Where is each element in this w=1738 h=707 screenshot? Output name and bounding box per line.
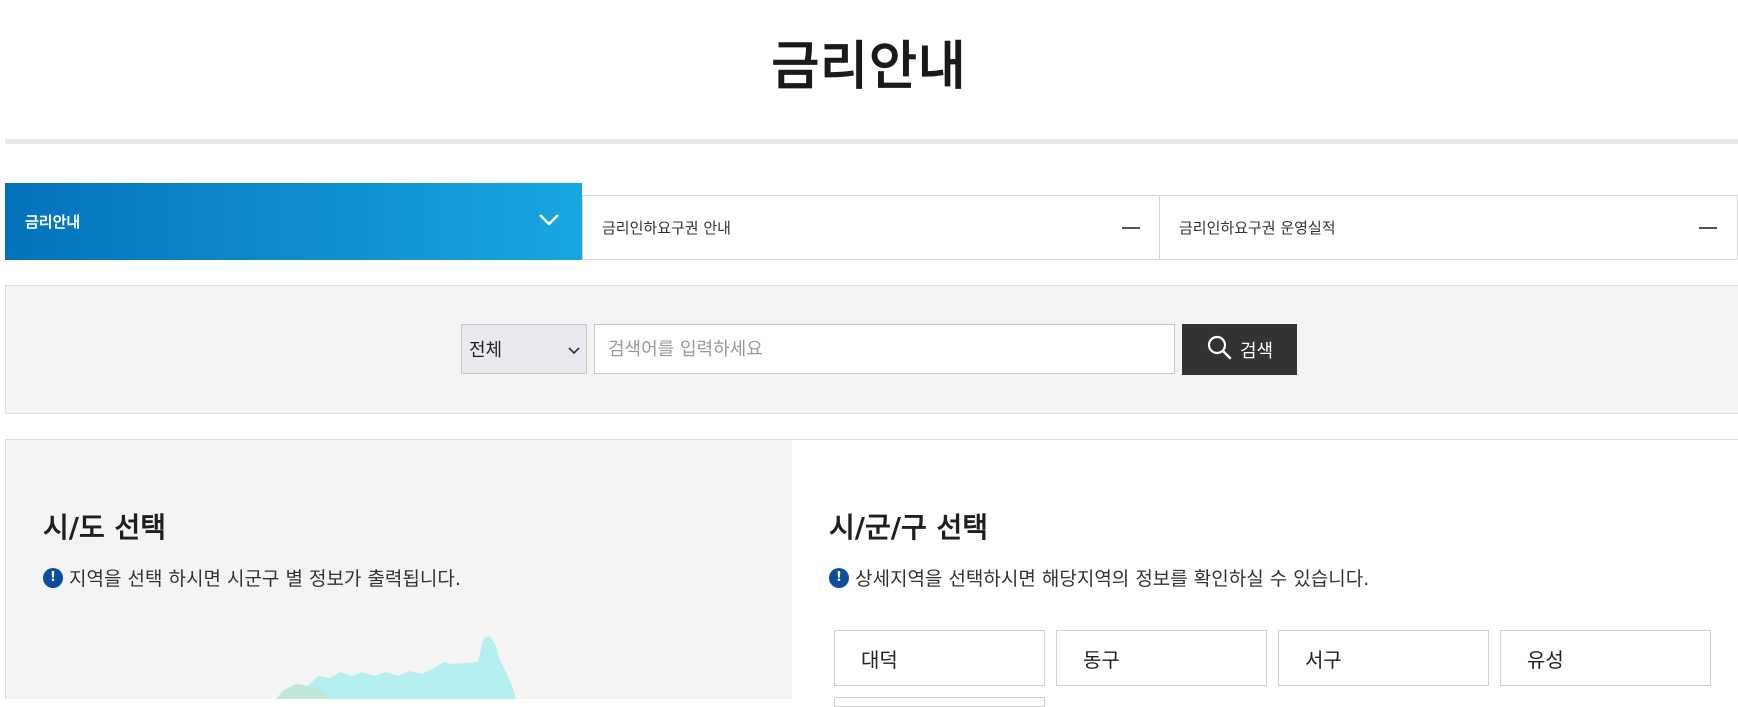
search-input[interactable] bbox=[594, 324, 1175, 374]
district-notice-text: 상세지역을 선택하시면 해당지역의 정보를 확인하실 수 있습니다. bbox=[855, 568, 1370, 590]
title-divider bbox=[5, 139, 1738, 144]
minus-icon bbox=[1122, 226, 1140, 229]
district-button[interactable]: 유성 bbox=[1500, 630, 1711, 686]
district-notice: ! 상세지역을 선택하시면 해당지역의 정보를 확인하실 수 있습니다. bbox=[829, 564, 1369, 591]
search-button[interactable]: 검색 bbox=[1182, 324, 1297, 375]
tab-rate-cut-request-info[interactable]: 금리인하요구권 안내 bbox=[582, 195, 1160, 260]
tab-label: 금리안내 bbox=[25, 213, 81, 231]
korea-map[interactable] bbox=[6, 440, 792, 699]
minus-icon bbox=[1699, 226, 1717, 229]
category-select[interactable]: 전체 bbox=[461, 324, 587, 374]
search-icon bbox=[1206, 334, 1232, 365]
page-title: 금리안내 bbox=[771, 37, 967, 97]
tab-label: 금리인하요구권 운영실적 bbox=[1179, 219, 1336, 237]
tab-label: 금리인하요구권 안내 bbox=[602, 219, 731, 237]
tab-rate-cut-request-results[interactable]: 금리인하요구권 운영실적 bbox=[1159, 195, 1738, 260]
district-button[interactable]: 동구 bbox=[1056, 630, 1267, 686]
exclamation-icon: ! bbox=[829, 567, 849, 588]
category-select-value: 전체 bbox=[469, 340, 503, 361]
search-button-label: 검색 bbox=[1239, 340, 1274, 362]
district-button[interactable]: 서구 bbox=[1278, 630, 1489, 686]
district-section-title: 시/군/구 선택 bbox=[829, 511, 989, 544]
tab-interest-rate-info[interactable]: 금리안내 bbox=[5, 183, 582, 260]
district-button[interactable]: 대덕 bbox=[834, 630, 1045, 686]
chevron-down-icon bbox=[538, 213, 560, 231]
chevron-down-icon bbox=[568, 339, 580, 360]
